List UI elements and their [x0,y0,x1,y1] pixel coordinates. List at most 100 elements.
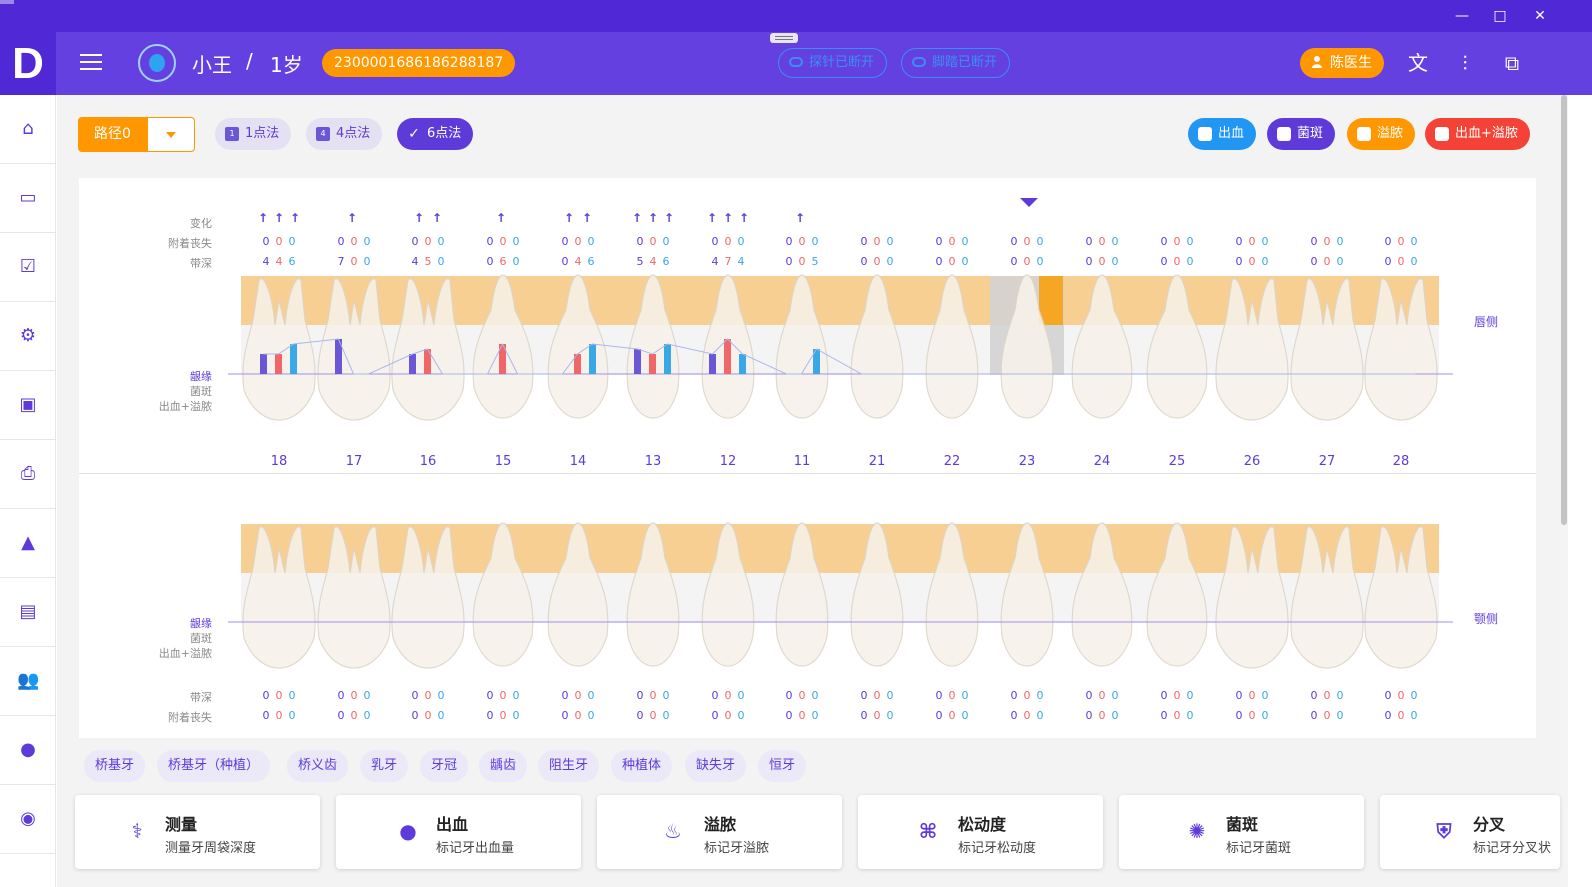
measurement-values[interactable]: 000 [922,255,982,268]
measurement-values[interactable]: 000 [473,235,533,248]
measurement-value[interactable]: 4 [412,255,419,268]
measurement-values[interactable]: 000 [548,709,608,722]
measurement-value[interactable]: 0 [513,235,520,248]
measurement-value[interactable]: 0 [425,709,432,722]
measurement-value[interactable]: 6 [500,255,507,268]
menu-icon[interactable] [80,54,102,72]
measurement-value[interactable]: 0 [1024,255,1031,268]
measurement-value[interactable]: 0 [812,709,819,722]
measurement-value[interactable]: 0 [799,709,806,722]
measurement-values[interactable]: 000 [1222,255,1282,268]
measurement-values[interactable]: 000 [324,235,384,248]
measurement-value[interactable]: 0 [1099,255,1106,268]
patient-id-badge[interactable]: 2300001686186288187 [322,49,516,77]
measurement-value[interactable]: 0 [650,235,657,248]
measurement-value[interactable]: 7 [725,255,732,268]
measurement-values[interactable]: 000 [1072,689,1132,702]
equalizer-icon[interactable]: ⫶ [1453,51,1477,75]
minimize-icon[interactable]: — [1452,8,1472,24]
measurement-values[interactable]: 000 [623,709,683,722]
measurement-value[interactable]: 0 [725,689,732,702]
drag-handle-icon[interactable] [770,33,798,43]
measurement-value[interactable]: 0 [1037,235,1044,248]
measurement-values[interactable]: 000 [772,689,832,702]
tooth-number[interactable]: 12 [708,454,748,469]
measurement-value[interactable]: 0 [513,255,520,268]
measurement-value[interactable]: 0 [1385,235,1392,248]
measurement-value[interactable]: 0 [712,235,719,248]
measurement-value[interactable]: 0 [263,689,270,702]
tooth-number[interactable]: 15 [483,454,523,469]
route-dropdown-button[interactable] [147,117,195,152]
translate-icon[interactable]: 文 [1406,51,1430,75]
measurement-value[interactable]: 0 [1024,235,1031,248]
measurement-values[interactable]: 000 [698,689,758,702]
sidebar-item-home[interactable]: ⌂ [0,95,56,164]
tooth-number[interactable]: 16 [408,454,448,469]
measurement-value[interactable]: 0 [1398,235,1405,248]
measurement-value[interactable]: 0 [799,235,806,248]
measurement-values[interactable]: 000 [473,709,533,722]
legend-bleeding-suppuration[interactable]: 出血+溢脓 [1425,118,1530,150]
measurement-values[interactable]: 000 [922,689,982,702]
measurement-value[interactable]: 0 [936,709,943,722]
measurement-value[interactable]: 0 [1037,255,1044,268]
measurement-values[interactable]: 000 [398,689,458,702]
measurement-values[interactable]: 000 [548,689,608,702]
measurement-value[interactable]: 0 [1249,689,1256,702]
measurement-value[interactable]: 0 [874,235,881,248]
measurement-value[interactable]: 0 [663,689,670,702]
window-switch-icon[interactable]: ⧉ [1500,51,1524,75]
measurement-value[interactable]: 0 [1011,709,1018,722]
measurement-values[interactable]: 000 [997,255,1057,268]
measurement-values[interactable]: 546 [623,255,683,268]
patient-avatar[interactable] [138,44,176,82]
sidebar-item-save[interactable]: ▣ [0,371,56,440]
measurement-values[interactable]: 046 [548,255,608,268]
measurement-value[interactable]: 0 [364,689,371,702]
measurement-value[interactable]: 0 [1174,235,1181,248]
tooth-number[interactable]: 26 [1232,454,1272,469]
probe-status-button[interactable]: 探针已断开 [778,48,888,78]
measurement-value[interactable]: 0 [1112,255,1119,268]
measurement-values[interactable]: 000 [1147,709,1207,722]
measurement-value[interactable]: 0 [500,689,507,702]
sidebar-item-group[interactable]: 👥 [0,647,56,716]
measurement-value[interactable]: 0 [1086,709,1093,722]
measurement-values[interactable]: 005 [772,255,832,268]
tooth-type-chip[interactable]: 桥义齿 [287,750,349,782]
measurement-values[interactable]: 000 [1147,255,1207,268]
measurement-value[interactable]: 0 [874,689,881,702]
measurement-value[interactable]: 0 [663,709,670,722]
measurement-values[interactable]: 450 [398,255,458,268]
measurement-value[interactable]: 0 [1112,235,1119,248]
measurement-value[interactable]: 0 [1024,709,1031,722]
measurement-value[interactable]: 0 [351,255,358,268]
measurement-value[interactable]: 5 [812,255,819,268]
tooth-number[interactable]: 27 [1307,454,1347,469]
measurement-value[interactable]: 0 [1262,709,1269,722]
measurement-values[interactable]: 000 [1297,235,1357,248]
measurement-values[interactable]: 000 [1297,709,1357,722]
measurement-value[interactable]: 0 [1337,689,1344,702]
measurement-values[interactable]: 000 [1371,255,1431,268]
measurement-value[interactable]: 7 [338,255,345,268]
measurement-value[interactable]: 0 [575,709,582,722]
measurement-value[interactable]: 0 [1311,709,1318,722]
close-icon[interactable]: ✕ [1530,8,1550,24]
measurement-values[interactable]: 000 [1147,235,1207,248]
measurement-values[interactable]: 000 [698,235,758,248]
measurement-value[interactable]: 0 [1099,235,1106,248]
measurement-value[interactable]: 0 [861,689,868,702]
measurement-values[interactable]: 000 [1297,255,1357,268]
measurement-value[interactable]: 0 [289,689,296,702]
measurement-value[interactable]: 0 [1161,689,1168,702]
tooth-type-chip[interactable]: 牙冠 [420,750,469,782]
measurement-value[interactable]: 0 [1249,235,1256,248]
measurement-value[interactable]: 0 [412,689,419,702]
measurement-value[interactable]: 0 [650,709,657,722]
method-6-point[interactable]: ✓ 6点法 [397,118,474,150]
measurement-value[interactable]: 0 [351,235,358,248]
measurement-values[interactable]: 000 [1222,689,1282,702]
measurement-value[interactable]: 0 [1311,689,1318,702]
